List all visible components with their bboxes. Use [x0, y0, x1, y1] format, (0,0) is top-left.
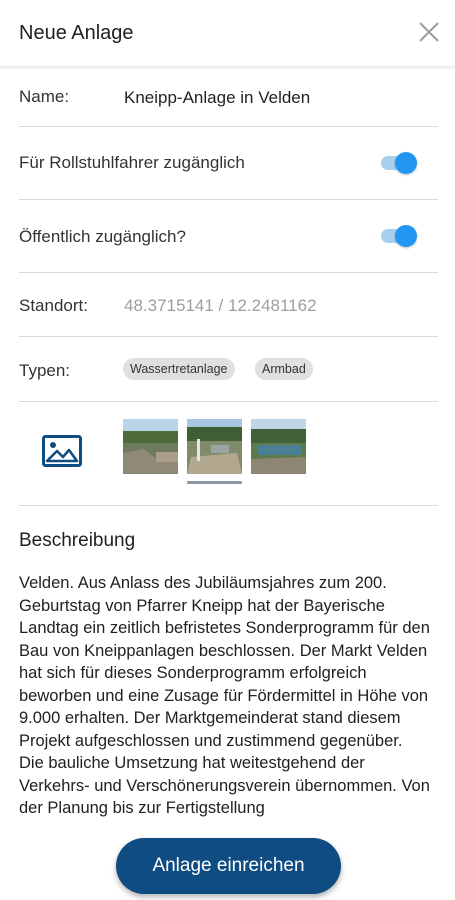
name-label: Name: — [19, 87, 70, 106]
photo-selected-indicator — [187, 481, 242, 484]
photo-2[interactable] — [187, 419, 242, 474]
description-title: Beschreibung — [19, 530, 136, 551]
submit-button[interactable]: Anlage einreichen — [116, 838, 341, 894]
name-field[interactable]: Kneipp-Anlage in Velden — [124, 88, 310, 108]
chip-armbad[interactable]: Armbad — [255, 358, 313, 380]
public-label: Öffentlich zugänglich? — [19, 227, 186, 246]
photo-1[interactable] — [123, 419, 178, 474]
public-row: Öffentlich zugänglich? — [19, 200, 438, 273]
app-header: Neue Anlage — [0, 0, 455, 66]
public-toggle[interactable] — [381, 225, 417, 247]
description-text[interactable]: Velden. Aus Anlass des Jubiläumsjahres z… — [19, 572, 431, 832]
types-label: Typen: — [19, 361, 71, 380]
location-field[interactable]: 48.3715141 / 12.2481162 — [124, 296, 317, 316]
photo-3[interactable] — [251, 419, 306, 474]
types-row: Typen: Wassertretanlage Armbad — [19, 337, 438, 402]
image-icon[interactable] — [42, 435, 82, 467]
location-row: Standort: 48.3715141 / 12.2481162 — [19, 273, 438, 337]
photo-gallery — [19, 402, 438, 506]
wheelchair-row: Für Rollstuhlfahrer zugänglich — [19, 127, 438, 200]
location-label: Standort: — [19, 296, 88, 315]
page-title: Neue Anlage — [19, 22, 134, 44]
name-row: Name: Kneipp-Anlage in Velden — [19, 66, 438, 127]
close-icon[interactable] — [418, 21, 440, 43]
wheelchair-label: Für Rollstuhlfahrer zugänglich — [19, 153, 245, 172]
wheelchair-toggle[interactable] — [381, 152, 417, 174]
chip-wassertretanlage[interactable]: Wassertretanlage — [123, 358, 235, 380]
